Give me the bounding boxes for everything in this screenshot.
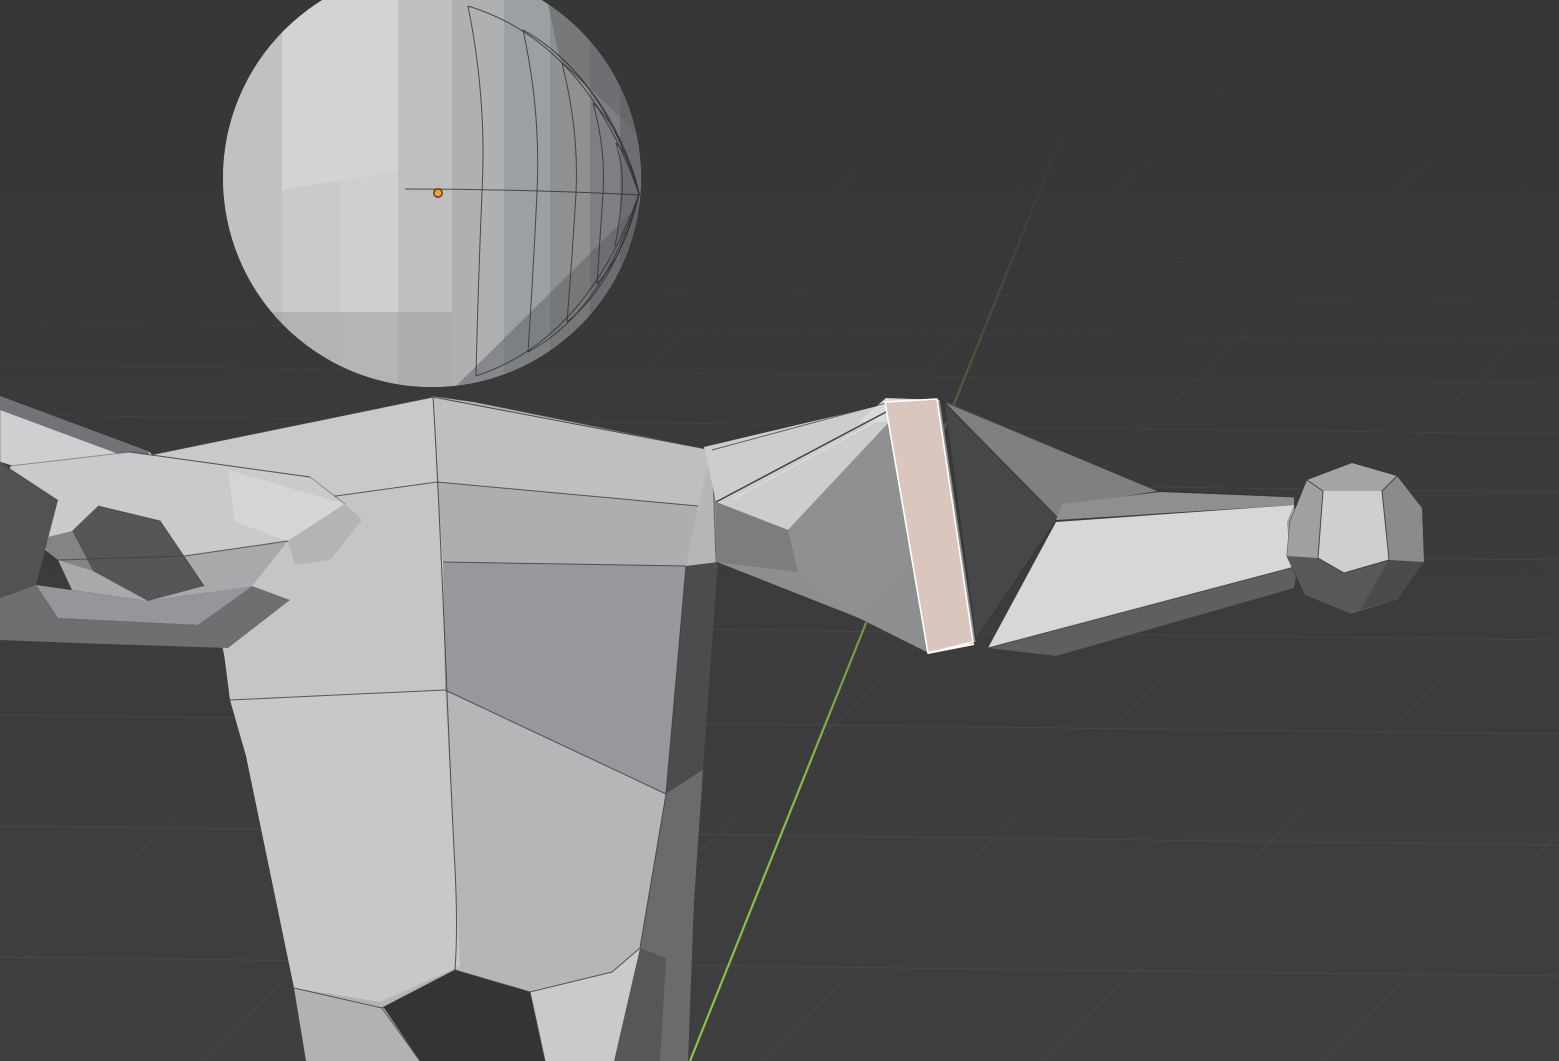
right-fist-group[interactable] (1287, 463, 1424, 614)
blender-viewport[interactable] (0, 0, 1559, 1061)
band-bright[interactable] (282, 0, 402, 190)
3d-scene-svg[interactable] (0, 0, 1559, 1061)
object-origin-dot[interactable] (434, 189, 442, 197)
fist-center[interactable] (1318, 491, 1389, 573)
band-5[interactable] (452, 0, 504, 400)
